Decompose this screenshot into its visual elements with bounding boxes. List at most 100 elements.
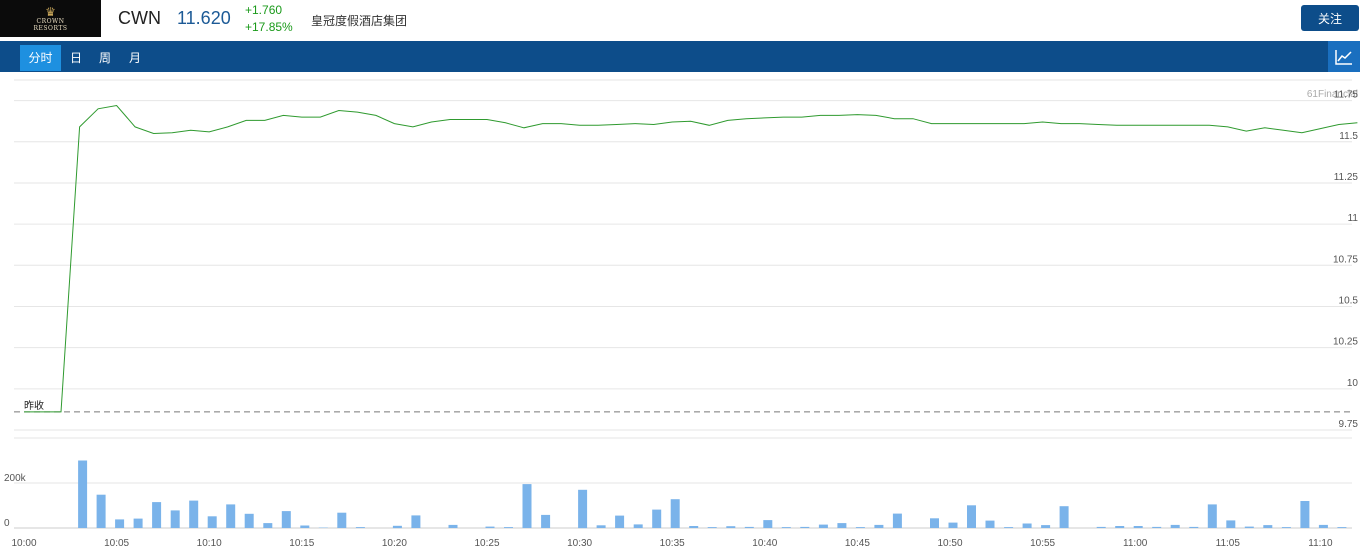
volume-bar [78, 460, 88, 528]
volume-bar [855, 527, 865, 528]
volume-bar [281, 511, 291, 528]
volume-bar [652, 509, 662, 528]
volume-bar [689, 526, 699, 528]
y-tick-label: 9.75 [1339, 419, 1359, 430]
x-tick-label: 10:30 [567, 538, 592, 549]
volume-bar [781, 527, 791, 528]
volume-bar [1041, 525, 1051, 528]
logo-line2: RESORTS [33, 24, 68, 32]
time-axis: 10:00 10:05 10:10 10:15 10:20 10:25 10:30 10:35… [11, 538, 1332, 549]
prev-close-label: 昨收 [24, 399, 44, 412]
crown-resorts-logo: ♛ CROWN RESORTS [0, 0, 101, 37]
volume-bar [967, 505, 976, 528]
volume-bar [874, 524, 884, 528]
tab-intraday[interactable]: 分时 [20, 45, 61, 71]
volume-bar [930, 518, 939, 528]
volume-bar [596, 525, 606, 528]
price-change-percent: +17.85% [245, 20, 293, 34]
x-tick-label: 11:00 [1123, 538, 1148, 549]
crown-icon: ♛ [45, 4, 56, 19]
volume-bar [763, 520, 773, 528]
volume-bar [1133, 526, 1143, 528]
x-tick-label: 10:55 [1030, 538, 1055, 549]
volume-tick-label: 0 [4, 518, 10, 529]
volume-bar [485, 526, 495, 528]
volume-bar [170, 510, 180, 528]
volume-bar [818, 524, 828, 528]
volume-bar [837, 523, 847, 528]
volume-bar [1263, 525, 1273, 528]
follow-button[interactable]: 关注 [1301, 5, 1359, 31]
logo-line1: CROWN [36, 17, 65, 25]
volume-bar [948, 522, 958, 528]
volume-axis: 200k 0 [4, 473, 27, 529]
header: ♛ CROWN RESORTS CWN 11.620 +1.760 +17.85… [0, 0, 1360, 40]
volume-bar [1022, 523, 1032, 528]
x-tick-label: 10:45 [845, 538, 870, 549]
price-change: +1.760 [245, 3, 283, 17]
x-tick-label: 10:05 [104, 538, 129, 549]
volume-bar [985, 520, 995, 528]
company-name: 皇冠度假酒店集团 [311, 14, 408, 28]
volume-tick-label: 200k [4, 473, 27, 484]
x-tick-label: 11:10 [1308, 538, 1333, 549]
volume-bar [522, 484, 532, 528]
volume-bar [1170, 524, 1180, 528]
volume-bar [96, 494, 106, 528]
volume-bar [1059, 506, 1069, 528]
volume-bar [1226, 520, 1236, 528]
tab-daily[interactable]: 日 [64, 45, 88, 71]
price-change-block: +1.760 +17.85% [245, 2, 293, 36]
volume-bar [1337, 527, 1347, 528]
x-tick-label: 10:15 [289, 538, 314, 549]
y-tick-label: 11.25 [1334, 172, 1359, 183]
y-tick-label: 10 [1347, 378, 1359, 389]
volume-bar [244, 513, 254, 528]
volume-bar [411, 515, 421, 528]
volume-bar [133, 518, 143, 528]
y-tick-label: 11 [1348, 213, 1359, 224]
volume-bar [448, 524, 458, 528]
y-tick-label: 10.5 [1339, 295, 1359, 306]
volume-bar [355, 527, 365, 528]
y-tick-label: 11.75 [1334, 90, 1359, 101]
y-tick-label: 11.5 [1339, 131, 1358, 142]
x-tick-label: 11:05 [1216, 538, 1241, 549]
chart-type-icon[interactable] [1328, 41, 1360, 72]
volume-bar [892, 513, 902, 528]
volume-bar [541, 514, 551, 528]
volume-bar [670, 499, 680, 528]
stock-price: 11.620 [177, 8, 231, 28]
volume-bar [1096, 526, 1106, 528]
y-tick-label: 10.75 [1333, 254, 1358, 265]
tab-weekly[interactable]: 周 [93, 45, 117, 71]
volume-bar [578, 489, 588, 529]
volume-bar [207, 516, 217, 528]
volume-bar [744, 526, 754, 528]
volume-bar [115, 519, 125, 528]
volume-bar [1300, 501, 1310, 528]
x-tick-label: 10:25 [474, 538, 499, 549]
volume-bar [1189, 526, 1199, 528]
chart-grid [14, 79, 1352, 529]
volume-bar [1318, 524, 1328, 528]
volume-bar [152, 502, 162, 528]
price-line [24, 104, 1358, 413]
volume-bar [615, 515, 625, 528]
volume-bar [392, 525, 402, 529]
intraday-chart: 61Financial 11.7511.511.251110.7510.510.… [4, 79, 1358, 549]
x-tick-label: 10:40 [752, 538, 777, 549]
volume-bar [1004, 527, 1014, 528]
x-tick-label: 10:35 [660, 538, 685, 549]
volume-bar [263, 523, 273, 528]
volume-bars [78, 460, 1347, 529]
volume-bar [633, 524, 643, 528]
volume-bar [800, 526, 810, 528]
volume-bar [189, 500, 199, 528]
volume-bar [337, 512, 347, 528]
volume-bar [1207, 504, 1217, 528]
price-axis: 11.75 11.5 11.25 11 10.75 10.5 10.25 10 9.75 [1333, 90, 1358, 430]
volume-bar [1152, 526, 1162, 528]
volume-bar [300, 525, 310, 528]
tab-monthly[interactable]: 月 [123, 45, 147, 71]
